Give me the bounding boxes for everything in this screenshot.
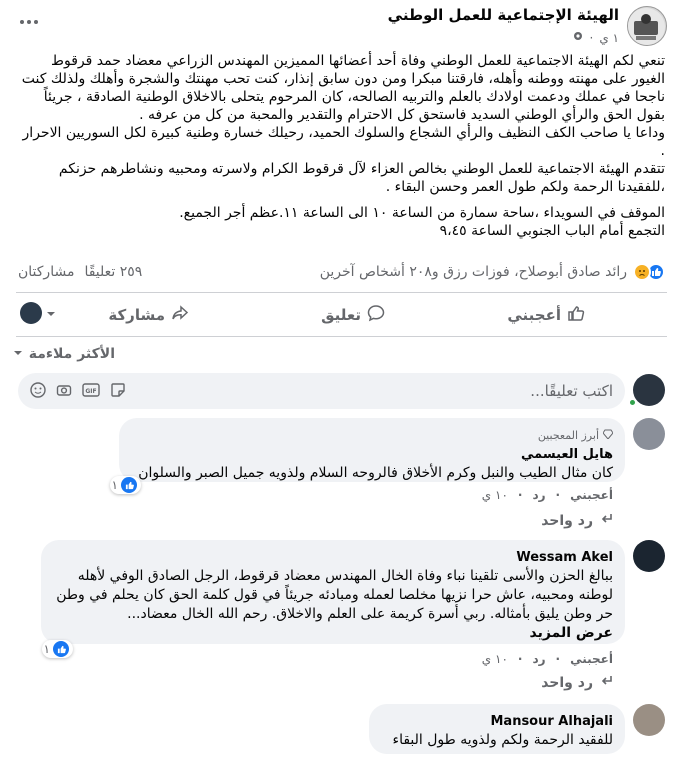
post-options-icon[interactable] (16, 12, 42, 32)
replies-count: رد واحد (541, 513, 593, 529)
comment-author[interactable]: Wessam Akel (53, 548, 613, 567)
comment-author[interactable]: هايل العيسمي (131, 445, 613, 464)
shares-count[interactable]: مشاركتان (18, 264, 74, 280)
commenter-avatar[interactable] (633, 704, 665, 736)
camera-icon[interactable] (56, 382, 72, 402)
comment-input[interactable]: اكتب تعليقًا... GIF (18, 373, 625, 409)
view-replies[interactable]: رد واحد (541, 512, 613, 530)
sad-reaction-icon (633, 263, 651, 281)
comment-text: كان مثال الطيب والنبل وكرم الأخلاق فالرو… (138, 465, 613, 481)
comment-like-badge[interactable]: ١ (41, 640, 73, 658)
comment-input-tools: GIF (30, 382, 126, 402)
chevron-down-icon (46, 304, 56, 323)
page-name[interactable]: الهيئة الإجتماعية للعمل الوطني (388, 6, 619, 24)
reply-arrow-icon (599, 512, 613, 530)
comment-sort[interactable]: الأكثر ملاءمة (13, 346, 115, 362)
post-paragraph: الموقف في السويداء ،ساحة سمارة من الساعة… (179, 205, 665, 221)
post-header: الهيئة الإجتماعية للعمل الوطني ١ ي · (16, 4, 667, 48)
commenter-avatar[interactable] (633, 418, 665, 450)
thumbs-up-icon (567, 304, 585, 326)
post-paragraph: التجمع أمام الباب الجنوبي الساعة ٩،٤٥ (439, 223, 665, 239)
chevron-down-icon (13, 346, 23, 362)
badge-label: أبرز المعجبين (537, 429, 599, 442)
diamond-icon (602, 426, 614, 445)
replies-count: رد واحد (541, 675, 593, 691)
comment-time[interactable]: ١٠ ي (482, 488, 508, 502)
view-replies[interactable]: رد واحد (541, 674, 613, 692)
see-more-link[interactable]: عرض المزيد (53, 624, 613, 643)
profile-avatar-small (20, 302, 42, 324)
post-body: تنعي لكم الهيئة الاجتماعية للعمل الوطني … (14, 52, 665, 240)
post-time[interactable]: ١ ي (599, 31, 619, 45)
commenter-avatar[interactable] (633, 540, 665, 572)
comment-text: للفقيد الرحمة ولكم ولذويه طول البقاء (392, 732, 614, 748)
svg-text:GIF: GIF (85, 388, 96, 395)
comment-bubble: أبرز المعجبين هايل العيسمي كان مثال الطي… (119, 418, 625, 482)
comment-author[interactable]: Mansour Alhajali (381, 712, 613, 731)
like-button[interactable]: أعجبني (507, 304, 585, 326)
divider (16, 292, 667, 293)
sort-label: الأكثر ملاءمة (28, 346, 115, 362)
post-paragraph: تتقدم الهيئة الاجتماعية للعمل الوطني بخا… (58, 161, 665, 195)
post-counts: ٢٥٩ تعليقًا مشاركتان (18, 264, 142, 280)
comments-count[interactable]: ٢٥٩ تعليقًا (84, 264, 142, 280)
post-paragraph: تنعي لكم الهيئة الاجتماعية للعمل الوطني … (21, 53, 665, 123)
privacy-gear-icon (572, 30, 584, 45)
like-reaction-icon (121, 477, 137, 493)
reply-arrow-icon (599, 674, 613, 692)
comment-actions: أعجبني · رد · ١٠ ي (481, 652, 613, 666)
comment-icon (367, 304, 385, 326)
comment-button-label: تعليق (321, 306, 361, 324)
comment-time[interactable]: ١٠ ي (482, 652, 508, 666)
comment-reply-link[interactable]: رد (532, 488, 545, 502)
comment-like-link[interactable]: أعجبني (570, 652, 613, 666)
gif-icon[interactable]: GIF (82, 382, 100, 402)
post-actions: أعجبني تعليق مشاركة (16, 298, 667, 332)
top-fan-badge: أبرز المعجبين (131, 426, 614, 445)
share-icon (171, 304, 189, 326)
like-reaction-icon (53, 641, 69, 657)
post-meta: ١ ي · (572, 30, 619, 45)
reaction-icons (633, 263, 665, 281)
current-user-avatar[interactable] (633, 374, 665, 406)
share-button-label: مشاركة (108, 306, 165, 324)
divider (16, 336, 667, 337)
share-button[interactable]: مشاركة (108, 304, 189, 326)
like-button-label: أعجبني (507, 306, 561, 324)
comment-like-link[interactable]: أعجبني (570, 488, 613, 502)
reactions-text[interactable]: رائد صادق أبوصلاح، فوزات رزق و٢٠٨ أشخاص … (320, 264, 627, 280)
comment-like-badge[interactable]: ١ (109, 476, 141, 494)
comment-bubble: Wessam Akel ببالغ الحزن والأسى تلقينا نب… (41, 540, 625, 644)
post-paragraph: وداعا يا صاحب الكف النظيف والرأي الشجاع … (22, 125, 665, 159)
comment-button[interactable]: تعليق (321, 304, 385, 326)
online-status-dot (628, 398, 637, 407)
comment-text: ببالغ الحزن والأسى تلقينا نباء وفاة الخا… (56, 568, 613, 622)
page-avatar[interactable] (627, 6, 667, 46)
sticker-icon[interactable] (110, 382, 126, 402)
share-as-selector[interactable] (20, 302, 56, 324)
comment-like-count: ١ (43, 642, 50, 656)
comment-like-count: ١ (111, 478, 118, 492)
reactions-summary[interactable]: رائد صادق أبوصلاح، فوزات رزق و٢٠٨ أشخاص … (320, 263, 665, 281)
comment-input-placeholder: اكتب تعليقًا... (530, 382, 613, 400)
comment-actions: أعجبني · رد · ١٠ ي (481, 488, 613, 502)
emoji-icon[interactable] (30, 382, 46, 402)
comment-reply-link[interactable]: رد (532, 652, 545, 666)
comment-bubble: Mansour Alhajali للفقيد الرحمة ولكم ولذو… (369, 704, 625, 754)
